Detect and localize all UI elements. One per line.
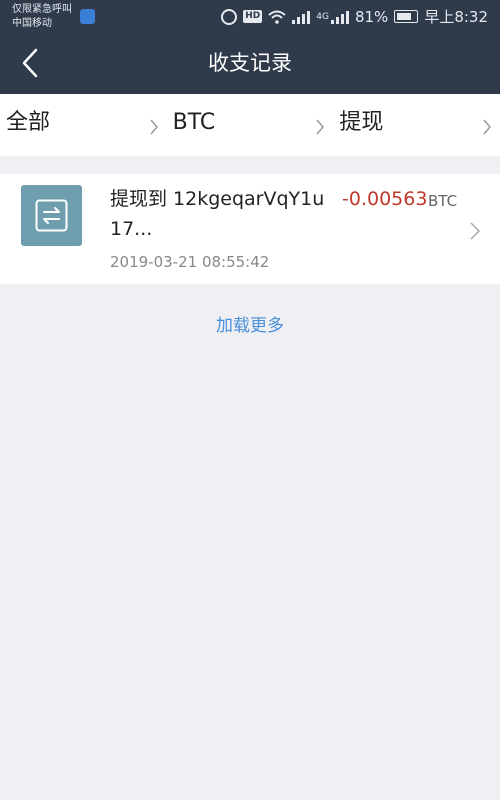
record-type-icon xyxy=(21,185,82,246)
record-row[interactable]: 提现到 12kgeqarVqY1u17... -0.00563 BTC 2019… xyxy=(0,174,500,284)
wifi-icon xyxy=(268,10,286,24)
chevron-right-icon xyxy=(150,119,158,135)
load-more-link[interactable]: 加载更多 xyxy=(0,313,500,339)
sim-app-icon xyxy=(80,9,95,24)
carrier-line-2: 中国移动 xyxy=(12,18,52,29)
page-title: 收支记录 xyxy=(208,51,292,75)
record-title: 提现到 12kgeqarVqY1u17... xyxy=(110,188,325,240)
app-header: 仅限紧急呼叫 中国移动 HD 4G 81% 早上8:32 收支记录 xyxy=(0,0,500,94)
battery-percent: 81% xyxy=(354,7,389,26)
filter-bar: 全部 BTC 提现 xyxy=(0,94,500,156)
status-indicators: HD 4G 81% 早上8:32 xyxy=(221,6,488,27)
status-carrier: 仅限紧急呼叫 中国移动 xyxy=(12,3,95,31)
filter-label: 全部 xyxy=(6,110,51,135)
signal-icon xyxy=(292,10,311,24)
chevron-right-icon xyxy=(470,222,481,240)
hd-icon: HD xyxy=(243,10,263,23)
alarm-icon xyxy=(221,8,238,25)
transfer-icon xyxy=(35,199,68,232)
filter-label: BTC xyxy=(172,110,216,135)
record-time: 2019-03-21 08:55:42 xyxy=(110,253,270,271)
filter-all[interactable]: 全部 xyxy=(0,94,167,156)
network-type: 4G xyxy=(316,11,329,22)
record-amount: -0.00563 xyxy=(342,188,428,210)
carrier-line-1: 仅限紧急呼叫 xyxy=(12,4,72,15)
filter-type[interactable]: 提现 xyxy=(333,94,500,156)
chevron-right-icon xyxy=(483,119,492,135)
filter-label: 提现 xyxy=(339,110,384,135)
chevron-right-icon xyxy=(316,119,325,135)
filter-coin[interactable]: BTC xyxy=(167,94,334,156)
clock: 早上8:32 xyxy=(424,8,488,26)
battery-icon xyxy=(394,10,419,23)
signal-icon-2 xyxy=(330,10,349,24)
record-unit: BTC xyxy=(428,192,458,210)
